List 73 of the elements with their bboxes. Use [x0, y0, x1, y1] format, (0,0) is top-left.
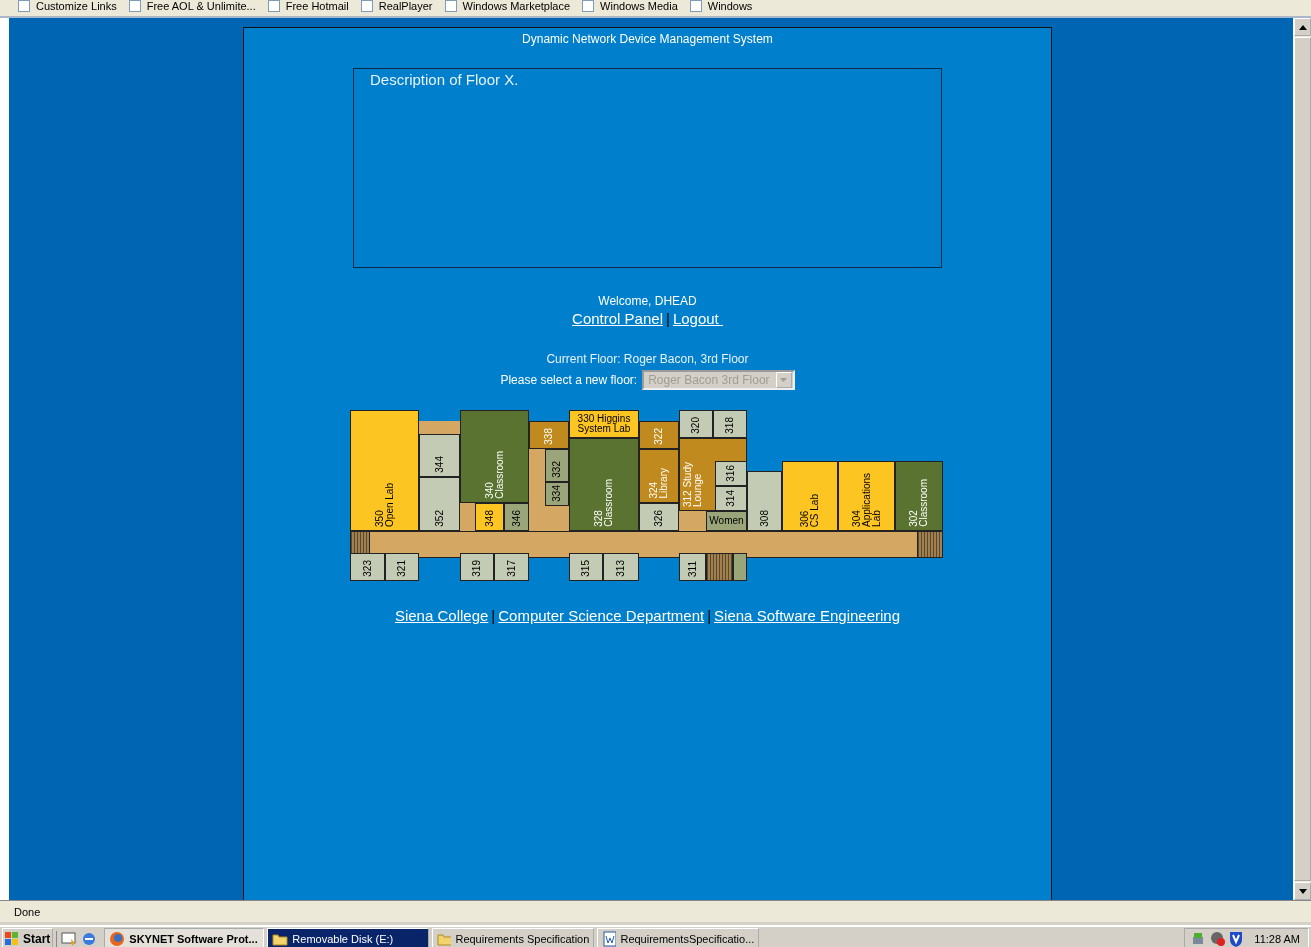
- scroll-up-icon[interactable]: [1294, 18, 1311, 36]
- room[interactable]: 313: [603, 553, 639, 581]
- room[interactable]: 319: [460, 553, 494, 581]
- storage-room: [733, 553, 747, 581]
- room[interactable]: 332: [545, 449, 569, 482]
- nav-link[interactable]: Logout: [672, 310, 723, 327]
- floor-select-label: Please select a new floor:: [500, 373, 638, 387]
- room[interactable]: 315: [569, 553, 603, 581]
- shield-icon[interactable]: [1229, 930, 1244, 947]
- scroll-down-icon[interactable]: [1294, 882, 1311, 900]
- welcome-text: Welcome, DHEAD: [598, 294, 697, 308]
- browser-icon: [109, 930, 126, 947]
- room[interactable]: 316: [715, 461, 747, 486]
- footer-link[interactable]: Siena Software Engineering: [714, 607, 901, 624]
- page-icon: [267, 0, 280, 12]
- taskbar-button[interactable]: Requirements Specification: [432, 928, 595, 947]
- favorites-link[interactable]: Free AOL & Unlimite...: [146, 0, 256, 12]
- room[interactable]: Women: [706, 511, 747, 531]
- room[interactable]: 318: [713, 410, 747, 438]
- room[interactable]: 328 Classroom: [569, 438, 639, 531]
- room[interactable]: 348: [475, 503, 504, 531]
- room[interactable]: 323: [350, 553, 385, 581]
- page-icon: [582, 0, 595, 12]
- page-icon: [128, 0, 141, 12]
- browser-icon[interactable]: [81, 930, 98, 947]
- windows-logo-icon: [5, 931, 19, 946]
- document-icon: [602, 930, 617, 947]
- favorites-link[interactable]: RealPlayer: [378, 0, 433, 12]
- separator: |: [707, 607, 712, 624]
- room[interactable]: 326: [639, 503, 679, 531]
- room[interactable]: 306 CS Lab: [782, 461, 838, 531]
- footer-link[interactable]: Computer Science Department: [498, 607, 705, 624]
- favorites-link[interactable]: Windows Media: [600, 0, 678, 12]
- page-icon: [689, 0, 702, 12]
- room[interactable]: 352: [419, 477, 460, 531]
- stairs-drawing: [706, 553, 733, 581]
- blocked-icon[interactable]: [1210, 930, 1227, 947]
- room[interactable]: 302 Classroom: [895, 461, 943, 531]
- separator: |: [491, 607, 496, 624]
- room[interactable]: 321: [385, 553, 419, 581]
- current-floor-text: Current Floor: Roger Bacon, 3rd Floor: [546, 352, 749, 366]
- start-button[interactable]: Start: [2, 928, 54, 947]
- taskbar-button[interactable]: Removable Disk (E:): [267, 928, 430, 947]
- stairs-drawing: [917, 531, 943, 558]
- room[interactable]: 314: [715, 486, 747, 511]
- status-text: Done: [14, 905, 41, 918]
- room[interactable]: 304 Applications Lab: [838, 461, 895, 531]
- room[interactable]: 334: [545, 482, 569, 506]
- room[interactable]: 344: [419, 434, 460, 477]
- room[interactable]: 317: [494, 553, 529, 581]
- floor-description: Description of Floor X.: [353, 68, 942, 268]
- taskbar-button[interactable]: RequirementsSpecificatio...: [597, 928, 760, 947]
- favorites-link[interactable]: Windows Marketplace: [462, 0, 571, 12]
- favorites-link[interactable]: Free Hotmail: [285, 0, 349, 12]
- room[interactable]: 330 Higgins System Lab: [569, 410, 639, 438]
- footer-link[interactable]: Siena College: [394, 607, 489, 624]
- room[interactable]: 308: [747, 471, 782, 531]
- room[interactable]: 346: [504, 503, 529, 531]
- desktop-icon[interactable]: [61, 930, 78, 947]
- favorites-link[interactable]: Windows: [707, 0, 753, 12]
- favorites-link[interactable]: Customize Links: [36, 0, 117, 12]
- room[interactable]: 311: [679, 553, 706, 581]
- page-icon: [444, 0, 457, 12]
- page-icon: [18, 0, 30, 12]
- nav-link[interactable]: Control Panel: [572, 310, 663, 327]
- room[interactable]: 350 Open Lab: [350, 410, 419, 531]
- separator: |: [665, 310, 670, 327]
- page-icon: [360, 0, 373, 12]
- clock: 11:28 AM: [1254, 932, 1300, 945]
- page-title: Dynamic Network Device Management System: [522, 32, 773, 46]
- room[interactable]: 340 Classroom: [460, 410, 529, 503]
- room[interactable]: 320: [679, 410, 713, 438]
- taskbar-button[interactable]: SKYNET Software Prot...: [104, 928, 265, 947]
